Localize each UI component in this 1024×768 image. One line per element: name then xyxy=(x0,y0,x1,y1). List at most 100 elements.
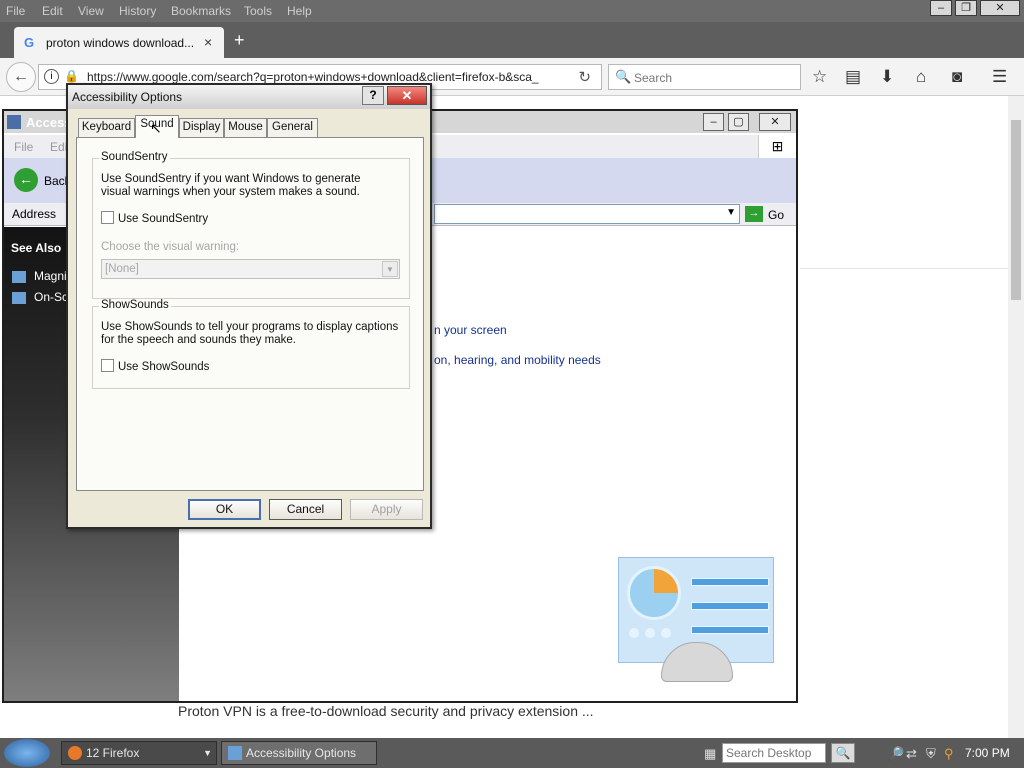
visual-warning-select[interactable]: [None] ▼ xyxy=(101,259,400,279)
address-dropdown-icon[interactable]: ▼ xyxy=(726,207,736,218)
explorer-back-icon[interactable]: ← xyxy=(14,168,38,192)
firefox-tabstrip: G proton windows download... × + xyxy=(0,22,1024,58)
dialog-close-icon[interactable]: ✕ xyxy=(387,86,427,105)
showsounds-description: Use ShowSounds to tell your programs to … xyxy=(101,321,399,346)
cancel-button[interactable]: Cancel xyxy=(269,499,342,520)
explorer-menu-file[interactable]: File xyxy=(14,140,33,154)
sound-tab-panel: SoundSentry Use SoundSentry if you want … xyxy=(76,137,424,491)
tray-search-icon[interactable]: 🔎 xyxy=(888,746,904,762)
explorer-minimize-button[interactable]: – xyxy=(703,113,724,131)
start-button[interactable] xyxy=(4,739,50,767)
soundsentry-checkbox-label: Use SoundSentry xyxy=(118,213,209,225)
help-icon[interactable]: ? xyxy=(362,86,384,105)
downloads-icon[interactable]: ⬇ xyxy=(880,67,894,87)
showsounds-group-title: ShowSounds xyxy=(99,299,171,311)
tray-shield-icon[interactable]: ⛨ xyxy=(926,746,936,762)
minimize-button[interactable]: – xyxy=(930,0,952,16)
page-divider xyxy=(800,268,1010,269)
url-text[interactable]: https://www.google.com/search?q=proton+w… xyxy=(87,70,539,84)
lock-icon[interactable]: 🔒 xyxy=(64,69,79,83)
dome-graphic xyxy=(661,642,733,682)
desktop-search-icon[interactable]: ▦ xyxy=(704,746,716,762)
task-group-arrow-icon[interactable]: ▼ xyxy=(203,742,212,764)
address-label: Address xyxy=(12,207,57,221)
soundsentry-checkbox[interactable] xyxy=(101,211,114,224)
search-result-snippet: Proton VPN is a free-to-download securit… xyxy=(178,703,594,719)
bar-graphic xyxy=(691,602,769,610)
soundsentry-description: Use SoundSentry if you want Windows to g… xyxy=(101,173,361,198)
dialog-title: Accessibility Options xyxy=(72,90,183,104)
see-also-heading: See Also xyxy=(11,241,62,255)
page-scrollbar[interactable] xyxy=(1008,96,1024,738)
back-button[interactable]: ← xyxy=(6,62,36,92)
tab-title: proton windows download... xyxy=(46,36,195,50)
menu-bookmarks[interactable]: Bookmarks xyxy=(171,4,231,18)
tab-general[interactable]: General xyxy=(267,118,318,137)
home-icon[interactable]: ⌂ xyxy=(916,67,926,87)
search-icon: 🔍 xyxy=(835,746,851,760)
search-box[interactable]: 🔍 Search xyxy=(608,64,801,90)
clock[interactable]: 7:00 PM xyxy=(965,746,1010,760)
bar-graphic xyxy=(691,578,769,586)
showsounds-checkbox-row[interactable]: Use ShowSounds xyxy=(101,359,209,373)
search-icon: 🔍 xyxy=(615,69,632,84)
ok-button[interactable]: OK xyxy=(188,499,261,520)
firefox-icon xyxy=(68,746,82,760)
windows-flag-icon: ⊞ xyxy=(758,135,796,158)
desktop-search-button[interactable]: 🔍 xyxy=(831,743,855,763)
explorer-maximize-button[interactable]: ▢ xyxy=(728,113,749,131)
soundsentry-checkbox-row[interactable]: Use SoundSentry xyxy=(101,211,208,225)
menu-history[interactable]: History xyxy=(119,4,156,18)
chevron-down-icon[interactable]: ▼ xyxy=(382,261,398,277)
dot-graphic xyxy=(629,628,639,638)
desktop-search-input[interactable]: Search Desktop xyxy=(722,743,826,763)
accessibility-options-dialog: Accessibility Options ? ✕ Keyboard Sound… xyxy=(66,83,432,529)
task-firefox[interactable]: 12 Firefox ▼ xyxy=(61,741,217,765)
close-window-button[interactable]: ✕ xyxy=(980,0,1020,16)
tray-network-icon[interactable]: ⇄ xyxy=(906,746,917,762)
apply-button[interactable]: Apply xyxy=(350,499,423,520)
magnifier-icon xyxy=(12,270,26,283)
showsounds-checkbox[interactable] xyxy=(101,359,114,372)
browser-tab[interactable]: G proton windows download... × xyxy=(14,27,224,58)
explorer-close-button[interactable]: ✕ xyxy=(759,113,791,131)
visual-warning-value: [None] xyxy=(105,263,139,275)
reload-icon[interactable]: ↻ xyxy=(578,68,591,86)
menu-tools[interactable]: Tools xyxy=(244,4,272,18)
task-accessibility-label: Accessibility Options xyxy=(246,746,357,760)
dot-graphic xyxy=(645,628,655,638)
dialog-titlebar[interactable]: Accessibility Options ? ✕ xyxy=(68,85,430,109)
menu-view[interactable]: View xyxy=(78,4,104,18)
bookmark-star-icon[interactable]: ☆ xyxy=(812,67,827,87)
keyboard-icon xyxy=(12,291,26,304)
taskbar: 12 Firefox ▼ Accessibility Options ▦ Sear… xyxy=(0,738,1024,768)
reading-list-icon[interactable]: ▤ xyxy=(845,67,861,87)
tab-display[interactable]: Display xyxy=(179,118,224,137)
task-firefox-label: 12 Firefox xyxy=(86,746,140,760)
restore-button[interactable]: ❐ xyxy=(955,0,977,16)
hamburger-menu-icon[interactable]: ☰ xyxy=(992,67,1007,87)
menu-help[interactable]: Help xyxy=(287,4,312,18)
task-link-needs[interactable]: on, hearing, and mobility needs xyxy=(434,353,601,367)
new-tab-button[interactable]: + xyxy=(234,30,245,51)
google-favicon-icon: G xyxy=(24,35,35,50)
tray-key-icon[interactable]: ⚲ xyxy=(944,746,954,762)
control-panel-illustration xyxy=(618,557,774,682)
menu-edit[interactable]: Edit xyxy=(42,4,63,18)
task-link-screen[interactable]: n your screen xyxy=(434,323,507,337)
pocket-icon[interactable]: ◙ xyxy=(952,67,962,87)
tab-close-icon[interactable]: × xyxy=(204,34,212,50)
soundsentry-group: SoundSentry Use SoundSentry if you want … xyxy=(92,151,410,299)
showsounds-group: ShowSounds Use ShowSounds to tell your p… xyxy=(92,299,410,389)
info-icon[interactable]: i xyxy=(44,69,59,84)
address-field[interactable]: ▼ xyxy=(434,204,740,224)
tab-mouse[interactable]: Mouse xyxy=(224,118,267,137)
task-accessibility[interactable]: Accessibility Options xyxy=(221,741,377,765)
mouse-pointer-icon: ↖ xyxy=(150,120,162,136)
scrollbar-thumb[interactable] xyxy=(1011,120,1021,300)
soundsentry-group-title: SoundSentry xyxy=(99,151,170,163)
go-arrow-icon[interactable]: → xyxy=(745,206,763,222)
go-button[interactable]: Go xyxy=(768,208,784,222)
menu-file[interactable]: File xyxy=(6,4,25,18)
tab-keyboard[interactable]: Keyboard xyxy=(78,118,135,137)
